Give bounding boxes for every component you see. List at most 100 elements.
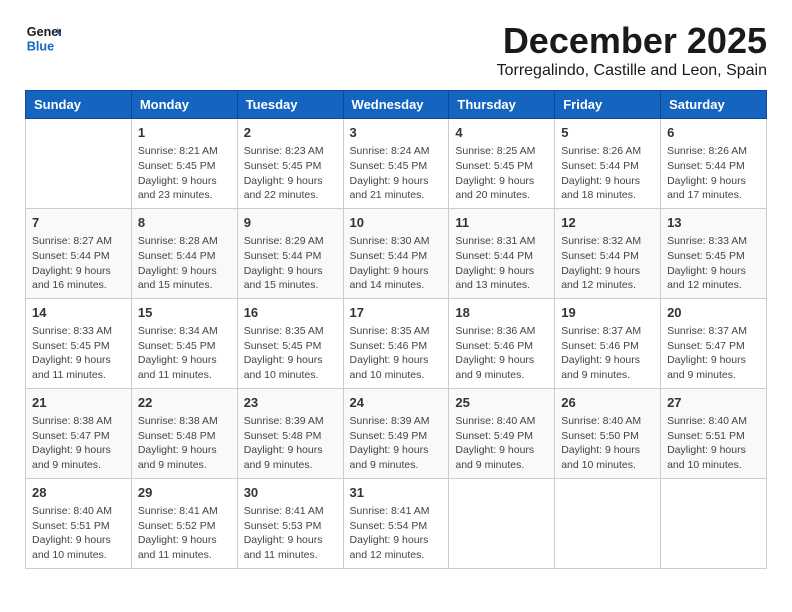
day-number: 4 [455,124,548,142]
calendar-cell: 1 Sunrise: 8:21 AM Sunset: 5:45 PM Daylig… [131,119,237,209]
header-row: SundayMondayTuesdayWednesdayThursdayFrid… [26,91,767,119]
calendar-cell: 8 Sunrise: 8:28 AM Sunset: 5:44 PM Daylig… [131,208,237,298]
day-info: Sunrise: 8:26 AM Sunset: 5:44 PM Dayligh… [561,144,654,203]
calendar-cell [449,478,555,568]
calendar-cell: 5 Sunrise: 8:26 AM Sunset: 5:44 PM Daylig… [555,119,661,209]
calendar-cell: 29 Sunrise: 8:41 AM Sunset: 5:52 PM Dayli… [131,478,237,568]
day-info: Sunrise: 8:41 AM Sunset: 5:53 PM Dayligh… [244,504,337,563]
calendar-cell: 23 Sunrise: 8:39 AM Sunset: 5:48 PM Dayli… [237,388,343,478]
day-info: Sunrise: 8:21 AM Sunset: 5:45 PM Dayligh… [138,144,231,203]
header-wednesday: Wednesday [343,91,449,119]
day-number: 30 [244,484,337,502]
calendar-table: SundayMondayTuesdayWednesdayThursdayFrid… [25,90,767,569]
day-number: 7 [32,214,125,232]
week-row-0: 1 Sunrise: 8:21 AM Sunset: 5:45 PM Daylig… [26,119,767,209]
logo-icon: General Blue [25,20,61,56]
day-number: 6 [667,124,760,142]
svg-text:Blue: Blue [27,40,54,54]
day-number: 19 [561,304,654,322]
day-number: 27 [667,394,760,412]
calendar-cell: 4Sunrise: 8:25 AM Sunset: 5:45 PM Daylig… [449,119,555,209]
day-info: Sunrise: 8:33 AM Sunset: 5:45 PM Dayligh… [667,234,760,293]
logo: General Blue [25,20,61,56]
day-number: 18 [455,304,548,322]
day-number: 2 [244,124,337,142]
calendar-cell: 2 Sunrise: 8:23 AM Sunset: 5:45 PM Daylig… [237,119,343,209]
day-info: Sunrise: 8:27 AM Sunset: 5:44 PM Dayligh… [32,234,125,293]
day-info: Sunrise: 8:38 AM Sunset: 5:47 PM Dayligh… [32,414,125,473]
day-info: Sunrise: 8:24 AM Sunset: 5:45 PM Dayligh… [350,144,443,203]
day-number: 15 [138,304,231,322]
calendar-cell: 6 Sunrise: 8:26 AM Sunset: 5:44 PM Daylig… [661,119,767,209]
day-number: 3 [350,124,443,142]
day-info: Sunrise: 8:36 AM Sunset: 5:46 PM Dayligh… [455,324,548,383]
day-info: Sunrise: 8:32 AM Sunset: 5:44 PM Dayligh… [561,234,654,293]
day-number: 24 [350,394,443,412]
day-info: Sunrise: 8:34 AM Sunset: 5:45 PM Dayligh… [138,324,231,383]
day-number: 9 [244,214,337,232]
calendar-cell: 19 Sunrise: 8:37 AM Sunset: 5:46 PM Dayli… [555,298,661,388]
header-tuesday: Tuesday [237,91,343,119]
day-number: 31 [350,484,443,502]
calendar-cell: 10 Sunrise: 8:30 AM Sunset: 5:44 PM Dayli… [343,208,449,298]
calendar-cell [555,478,661,568]
week-row-1: 7 Sunrise: 8:27 AM Sunset: 5:44 PM Daylig… [26,208,767,298]
day-info: Sunrise: 8:23 AM Sunset: 5:45 PM Dayligh… [244,144,337,203]
day-number: 10 [350,214,443,232]
day-info: Sunrise: 8:28 AM Sunset: 5:44 PM Dayligh… [138,234,231,293]
calendar-cell: 13Sunrise: 8:33 AM Sunset: 5:45 PM Dayli… [661,208,767,298]
week-row-4: 28Sunrise: 8:40 AM Sunset: 5:51 PM Dayli… [26,478,767,568]
day-number: 28 [32,484,125,502]
header-monday: Monday [131,91,237,119]
day-info: Sunrise: 8:40 AM Sunset: 5:49 PM Dayligh… [455,414,548,473]
day-number: 23 [244,394,337,412]
title-section: December 2025 Torregalindo, Castille and… [497,20,767,80]
header-thursday: Thursday [449,91,555,119]
day-info: Sunrise: 8:39 AM Sunset: 5:49 PM Dayligh… [350,414,443,473]
calendar-cell: 30 Sunrise: 8:41 AM Sunset: 5:53 PM Dayli… [237,478,343,568]
day-number: 20 [667,304,760,322]
day-number: 1 [138,124,231,142]
day-info: Sunrise: 8:40 AM Sunset: 5:50 PM Dayligh… [561,414,654,473]
calendar-cell: 16Sunrise: 8:35 AM Sunset: 5:45 PM Dayli… [237,298,343,388]
day-info: Sunrise: 8:35 AM Sunset: 5:46 PM Dayligh… [350,324,443,383]
day-number: 16 [244,304,337,322]
day-info: Sunrise: 8:39 AM Sunset: 5:48 PM Dayligh… [244,414,337,473]
calendar-cell: 9Sunrise: 8:29 AM Sunset: 5:44 PM Daylig… [237,208,343,298]
day-info: Sunrise: 8:37 AM Sunset: 5:46 PM Dayligh… [561,324,654,383]
day-number: 21 [32,394,125,412]
calendar-cell: 20Sunrise: 8:37 AM Sunset: 5:47 PM Dayli… [661,298,767,388]
day-number: 5 [561,124,654,142]
calendar-cell: 7 Sunrise: 8:27 AM Sunset: 5:44 PM Daylig… [26,208,132,298]
day-number: 29 [138,484,231,502]
day-number: 8 [138,214,231,232]
calendar-cell: 14 Sunrise: 8:33 AM Sunset: 5:45 PM Dayli… [26,298,132,388]
svg-text:General: General [27,25,61,39]
calendar-cell: 27 Sunrise: 8:40 AM Sunset: 5:51 PM Dayli… [661,388,767,478]
header-saturday: Saturday [661,91,767,119]
week-row-3: 21 Sunrise: 8:38 AM Sunset: 5:47 PM Dayli… [26,388,767,478]
calendar-cell: 21 Sunrise: 8:38 AM Sunset: 5:47 PM Dayli… [26,388,132,478]
day-info: Sunrise: 8:41 AM Sunset: 5:52 PM Dayligh… [138,504,231,563]
header-friday: Friday [555,91,661,119]
calendar-cell: 3 Sunrise: 8:24 AM Sunset: 5:45 PM Daylig… [343,119,449,209]
calendar-cell: 28Sunrise: 8:40 AM Sunset: 5:51 PM Dayli… [26,478,132,568]
calendar-cell: 11Sunrise: 8:31 AM Sunset: 5:44 PM Dayli… [449,208,555,298]
day-info: Sunrise: 8:30 AM Sunset: 5:44 PM Dayligh… [350,234,443,293]
calendar-cell: 31 Sunrise: 8:41 AM Sunset: 5:54 PM Dayli… [343,478,449,568]
day-info: Sunrise: 8:40 AM Sunset: 5:51 PM Dayligh… [667,414,760,473]
calendar-cell: 25 Sunrise: 8:40 AM Sunset: 5:49 PM Dayli… [449,388,555,478]
day-number: 14 [32,304,125,322]
day-info: Sunrise: 8:31 AM Sunset: 5:44 PM Dayligh… [455,234,548,293]
calendar-cell: 24 Sunrise: 8:39 AM Sunset: 5:49 PM Dayli… [343,388,449,478]
month-title: December 2025 [497,20,767,62]
day-number: 25 [455,394,548,412]
day-info: Sunrise: 8:41 AM Sunset: 5:54 PM Dayligh… [350,504,443,563]
day-number: 26 [561,394,654,412]
day-info: Sunrise: 8:26 AM Sunset: 5:44 PM Dayligh… [667,144,760,203]
header-sunday: Sunday [26,91,132,119]
calendar-cell: 17Sunrise: 8:35 AM Sunset: 5:46 PM Dayli… [343,298,449,388]
calendar-cell: 15 Sunrise: 8:34 AM Sunset: 5:45 PM Dayli… [131,298,237,388]
day-info: Sunrise: 8:33 AM Sunset: 5:45 PM Dayligh… [32,324,125,383]
calendar-cell: 18 Sunrise: 8:36 AM Sunset: 5:46 PM Dayli… [449,298,555,388]
